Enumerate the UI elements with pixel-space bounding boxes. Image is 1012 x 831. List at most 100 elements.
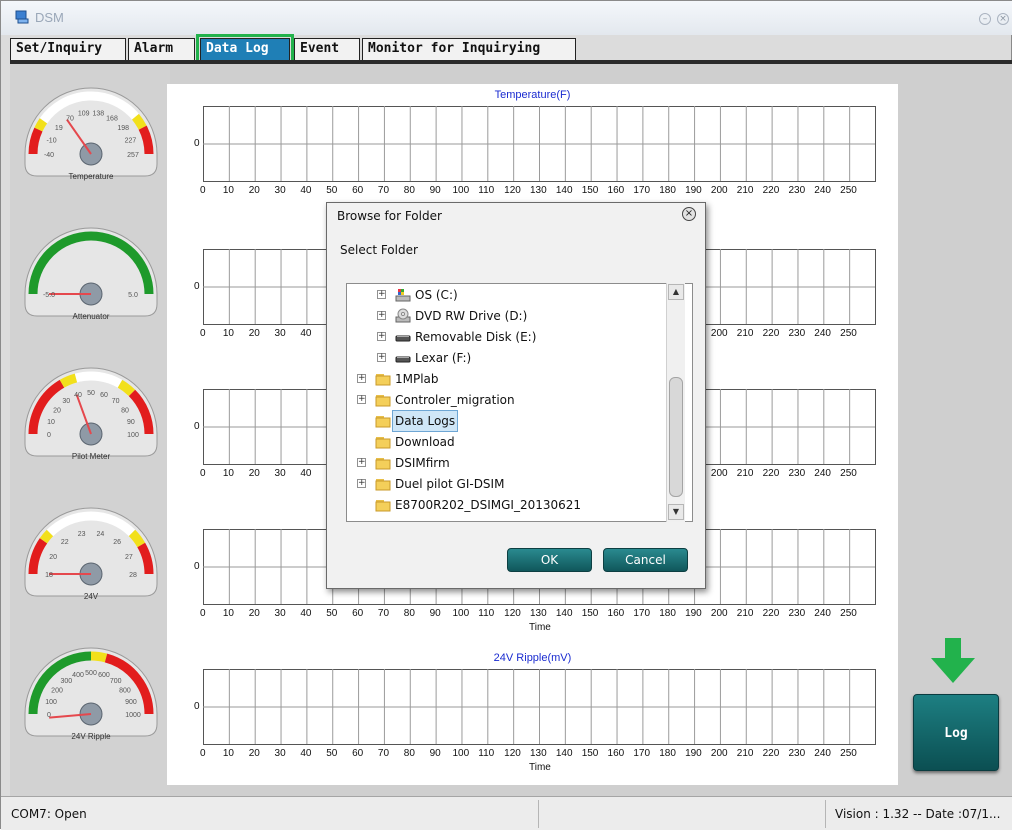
x-tick-label: 90: [429, 748, 441, 759]
gauge-scale-label: 40: [74, 392, 82, 399]
x-tick-label: 130: [530, 185, 547, 196]
folder-icon: [375, 500, 391, 512]
x-tick-label: 0: [200, 468, 206, 479]
folder-tree[interactable]: + OS (C:) + DVD RW Drive (D:) + Removable Dis…: [346, 283, 693, 522]
dialog-close-icon[interactable]: ×: [682, 207, 696, 221]
dialog-subtitle: Select Folder: [340, 243, 418, 257]
gauge-dial: 18 20 22 23 24 26 27 28: [24, 507, 158, 597]
minimize-icon[interactable]: –: [979, 13, 991, 25]
x-tick-label: 30: [274, 468, 286, 479]
gauge-label: Temperature: [68, 172, 114, 181]
gauge-scale-label: 200: [51, 687, 63, 694]
expand-icon[interactable]: +: [357, 395, 366, 404]
gauge: -5.0 5.0 Attenuator: [21, 224, 161, 324]
x-tick-label: 40: [300, 185, 312, 196]
x-tick-label: 140: [555, 608, 573, 619]
x-tick-label: 20: [248, 328, 260, 339]
close-icon[interactable]: ×: [997, 13, 1009, 25]
tree-item[interactable]: +1MPlab: [347, 369, 667, 389]
tree-item[interactable]: + OS (C:): [347, 285, 667, 305]
x-tick-label: 60: [352, 748, 364, 759]
gauge-scale-label: 80: [121, 407, 129, 414]
scroll-down-icon[interactable]: ▼: [668, 504, 684, 520]
expand-icon[interactable]: +: [377, 290, 386, 299]
x-tick-label: 10: [222, 468, 234, 479]
x-tick-label: 230: [788, 185, 806, 196]
gauge-scale-label: 10: [47, 419, 55, 426]
x-tick-label: 30: [274, 185, 286, 196]
x-tick-label: 180: [659, 608, 676, 619]
x-tick-label: 120: [504, 748, 521, 759]
tree-item[interactable]: + DSIMfirm: [347, 453, 667, 473]
tree-item[interactable]: + DVD RW Drive (D:): [347, 306, 667, 326]
gauge: 0 10 20 30 40 50 60 70 80 90 100 Pilot Meter: [21, 364, 161, 464]
tab-data-log[interactable]: Data Log: [196, 34, 294, 64]
expand-icon[interactable]: +: [377, 332, 386, 341]
chart-title: Temperature(F): [494, 89, 571, 101]
gauge-scale-label: 400: [72, 672, 84, 679]
x-tick-label: 20: [248, 608, 260, 619]
x-tick-label: 190: [685, 608, 702, 619]
right-panel: [898, 64, 1012, 796]
scroll-up-icon[interactable]: ▲: [668, 284, 684, 300]
cancel-button[interactable]: Cancel: [603, 548, 688, 572]
gauge-scale-label: 20: [49, 554, 57, 561]
x-tick-label: 120: [504, 185, 521, 196]
tab-monitor-for-inquirying[interactable]: Monitor for Inquirying: [362, 38, 576, 60]
scroll-thumb[interactable]: [669, 377, 683, 497]
chart-title: 24V Ripple(mV): [493, 652, 572, 664]
tree-item[interactable]: + Duel pilot GI-DSIM: [347, 474, 667, 494]
folder-icon: [375, 374, 391, 386]
gauge-scale-label: 600: [98, 672, 110, 679]
gauge-scale-label: -10: [46, 138, 56, 145]
folder-icon: [375, 479, 391, 491]
y-axis-label: 0: [194, 137, 200, 149]
x-tick-label: 90: [429, 608, 441, 619]
gauge-scale-label: 26: [113, 539, 121, 546]
status-bar: COM7: Open Vision : 1.32 -- Date :07/1..…: [1, 796, 1012, 830]
gauge: 18 20 22 23 24 26 27 28 24V: [21, 504, 161, 604]
x-tick-label: 200: [710, 185, 728, 196]
gauge-scale-label: -5.0: [43, 292, 55, 299]
tree-item[interactable]: Data Logs: [347, 410, 667, 432]
gauge-scale-label: 18: [45, 572, 53, 579]
ok-button[interactable]: OK: [507, 548, 592, 572]
tab-alarm[interactable]: Alarm: [128, 38, 195, 60]
x-tick-label: 10: [222, 608, 234, 619]
gauge-scale-label: 100: [127, 432, 139, 439]
expand-icon[interactable]: +: [377, 311, 386, 320]
tab-set-inquiry[interactable]: Set/Inquiry: [10, 38, 126, 60]
gauge-scale-label: 27: [125, 554, 133, 561]
x-tick-label: 140: [555, 185, 573, 196]
x-tick-label: 160: [607, 608, 625, 619]
tree-item[interactable]: + Lexar (F:): [347, 348, 667, 368]
x-tick-label: 90: [429, 185, 441, 196]
gauge: -40 -10 19 70 109 138 168 198 227 257 Temperature: [21, 84, 161, 184]
x-tick-label: 40: [300, 608, 312, 619]
tree-item[interactable]: E8700R202_DSIMGI_20130621: [347, 495, 667, 515]
gauge-label: Attenuator: [72, 312, 110, 321]
x-tick-label: 170: [633, 608, 651, 619]
expand-icon[interactable]: +: [357, 458, 366, 467]
tree-scrollbar[interactable]: ▲ ▼: [666, 283, 685, 522]
x-tick-label: 40: [300, 468, 312, 479]
tree-item-label: DSIMfirm: [395, 456, 450, 470]
expand-icon[interactable]: +: [357, 479, 366, 488]
tree-item[interactable]: + Controler_migration: [347, 390, 667, 410]
log-button[interactable]: Log: [913, 694, 999, 771]
expand-icon[interactable]: +: [357, 374, 366, 383]
tab-event[interactable]: Event: [294, 38, 360, 60]
drive-icon: [395, 289, 411, 302]
x-tick-label: 30: [274, 328, 286, 339]
x-tick-label: 100: [452, 608, 470, 619]
x-tick-label: 200: [710, 608, 728, 619]
tree-item-label: Data Logs: [391, 410, 459, 432]
gauge-scale-label: 0: [47, 712, 51, 719]
x-tick-label: 170: [633, 185, 651, 196]
x-tick-label: 220: [762, 185, 780, 196]
tree-item[interactable]: + Removable Disk (E:): [347, 327, 667, 347]
tree-item[interactable]: Download: [347, 432, 667, 452]
expand-icon[interactable]: +: [377, 353, 386, 362]
down-arrow-icon: [931, 638, 975, 683]
x-axis-label: Time: [529, 622, 551, 633]
